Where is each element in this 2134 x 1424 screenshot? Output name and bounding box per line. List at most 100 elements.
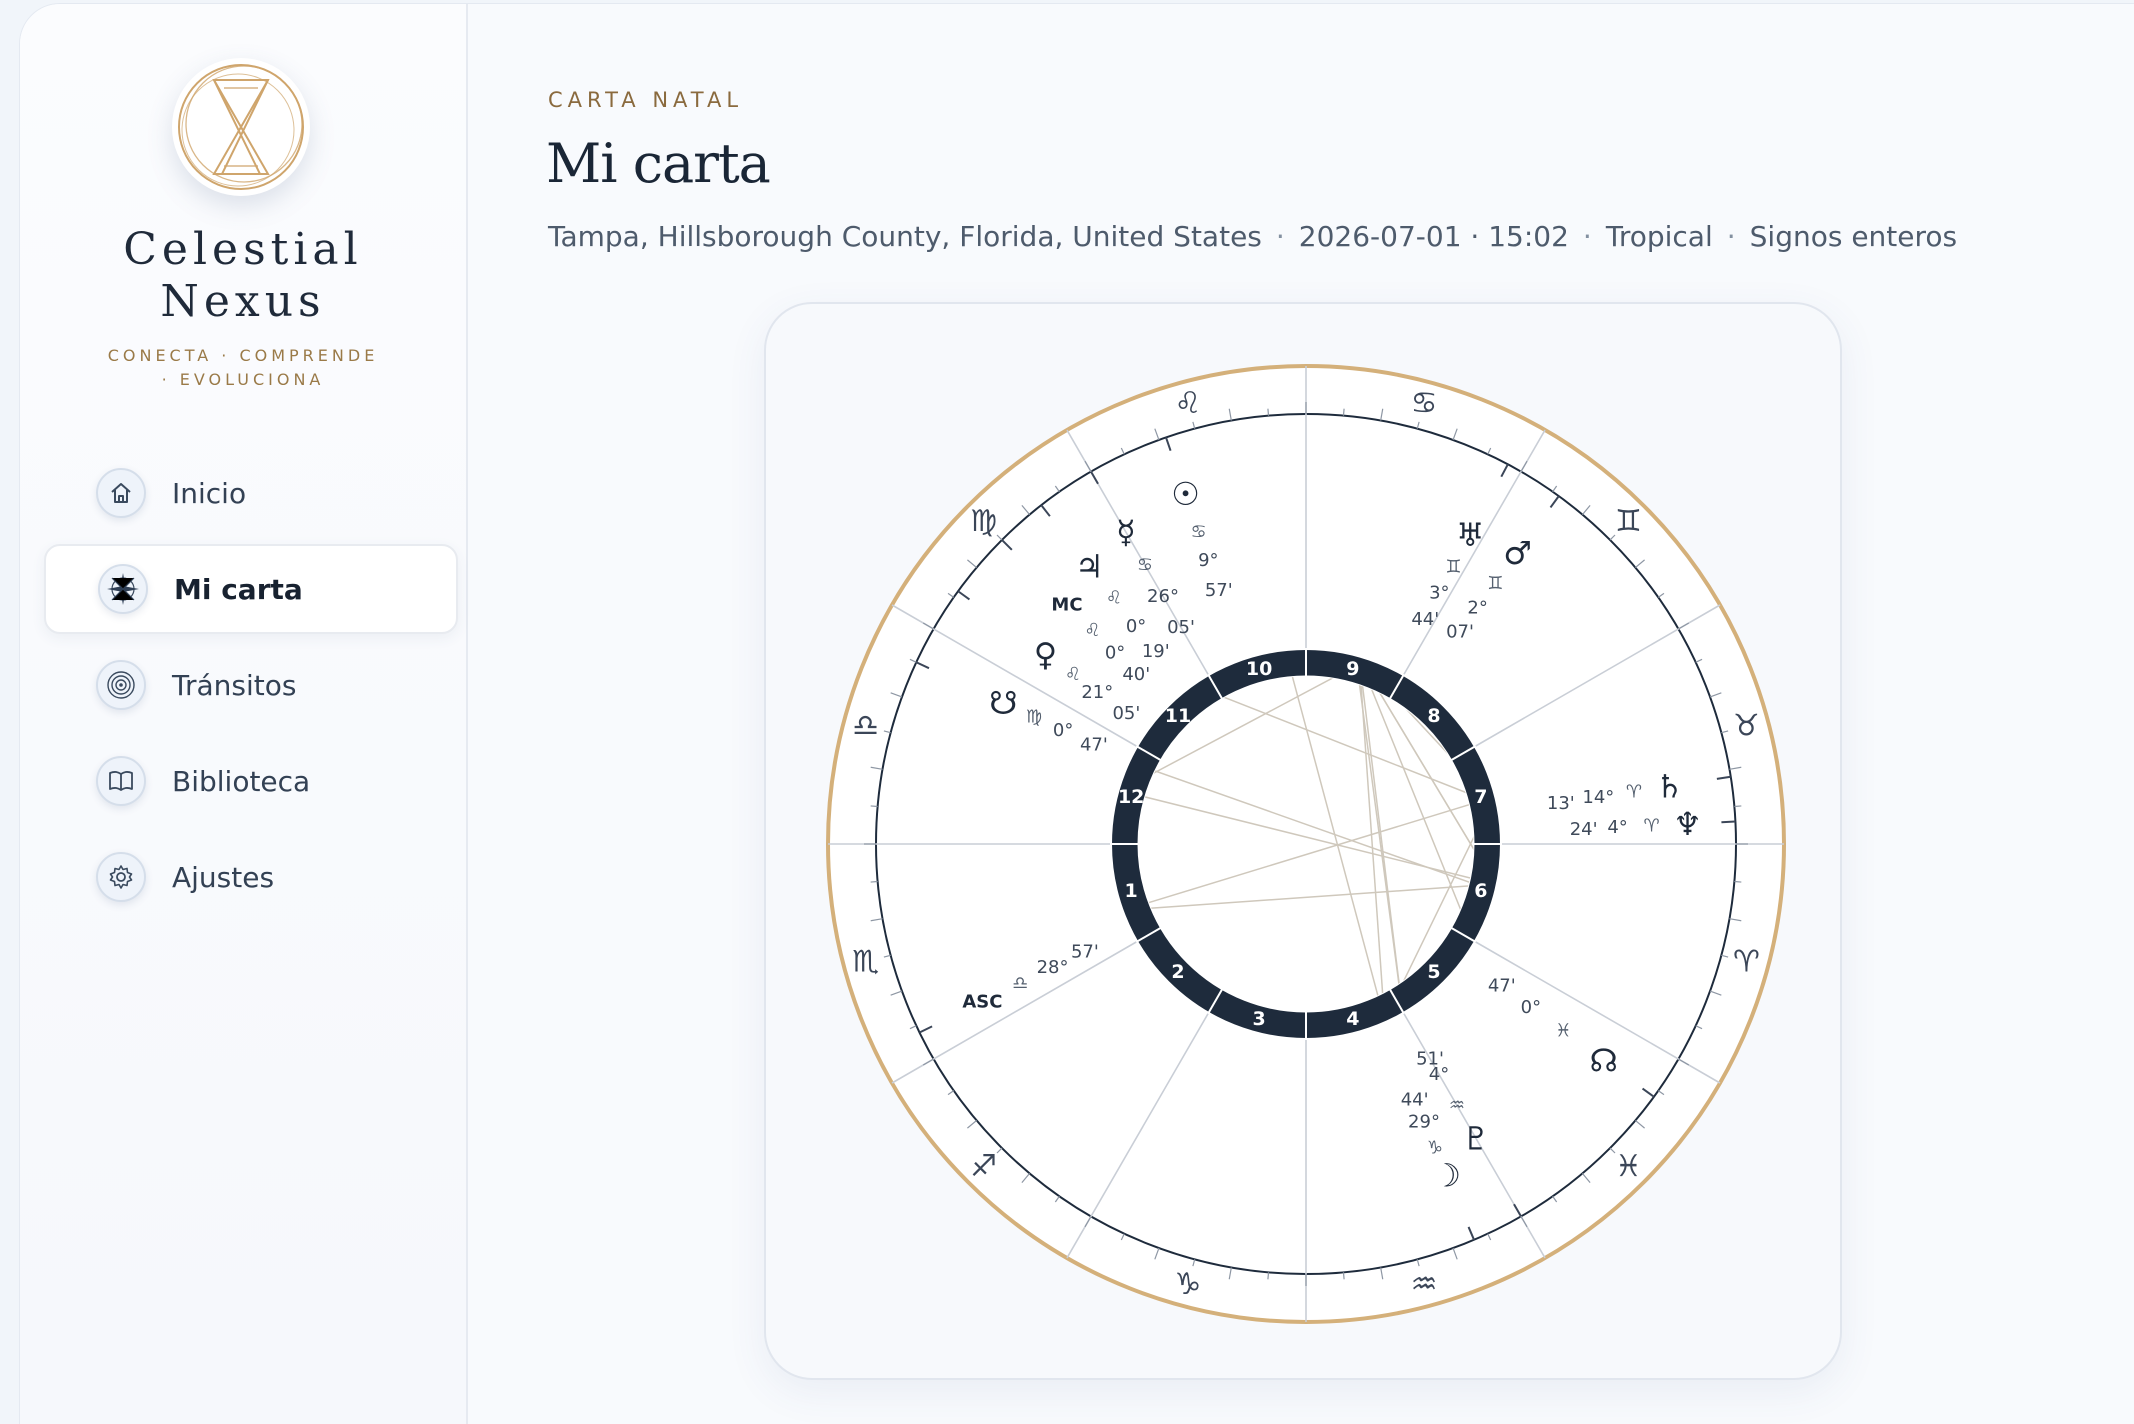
- degree-tick: [1342, 1272, 1345, 1280]
- degree-tick: [870, 880, 878, 883]
- zodiac-sign-capricorn-icon: ♑: [1175, 1267, 1202, 1302]
- degree-tick: [1267, 1272, 1270, 1280]
- venus-icon: ♀: [1034, 636, 1057, 674]
- sun-icon: ☉: [1171, 475, 1200, 513]
- brand-name-line2: Nexus: [160, 276, 326, 327]
- sidebar-item-label: Ajustes: [172, 860, 275, 894]
- south-node-sign-icon: ♍: [1026, 707, 1042, 728]
- meta-location: Tampa, Hillsborough County, Florida, Uni…: [548, 220, 1262, 253]
- jupiter-icon: ♃: [1075, 548, 1104, 586]
- mc-label: MC: [1051, 594, 1082, 615]
- house-number-3: 3: [1253, 1008, 1266, 1030]
- mercury-icon: ☿: [1116, 513, 1136, 551]
- zodiac-sign-scorpio-icon: ♏: [852, 945, 879, 980]
- house-number-4: 4: [1346, 1008, 1359, 1030]
- house-number-6: 6: [1474, 880, 1487, 902]
- house-number-1: 1: [1125, 880, 1138, 902]
- sidebar-item-label: Mi carta: [174, 572, 303, 606]
- saturn-icon: ♄: [1655, 767, 1684, 805]
- north-node-minute: 47': [1488, 976, 1516, 997]
- house-number-10: 10: [1246, 658, 1272, 680]
- mars-minute: 07': [1446, 622, 1474, 643]
- neptune-icon: ♆: [1673, 805, 1702, 843]
- mercury-minute: 05': [1167, 617, 1195, 638]
- zodiac-sign-cancer-icon: ♋: [1411, 386, 1438, 421]
- saturn-minute: 13': [1547, 793, 1575, 814]
- sidebar-item-inicio[interactable]: Inicio: [44, 448, 458, 538]
- uranus-degree: 3°: [1429, 583, 1449, 604]
- pluto-icon: ♇: [1462, 1119, 1491, 1157]
- moon-degree: 29°: [1408, 1111, 1440, 1132]
- meta-zodiac: Tropical: [1605, 220, 1713, 253]
- asc-degree: 28°: [1037, 957, 1069, 978]
- north-node-degree: 0°: [1521, 997, 1541, 1018]
- sun-sign-icon: ♋: [1190, 521, 1206, 542]
- sidebar-item-label: Tránsitos: [172, 668, 297, 702]
- home-icon: [96, 468, 146, 518]
- zodiac-sign-sagittarius-icon: ♐: [970, 1149, 997, 1184]
- house-number-9: 9: [1346, 658, 1359, 680]
- house-number-5: 5: [1427, 961, 1440, 983]
- logo: [172, 58, 310, 196]
- app-window: Celestial Nexus CONECTA · COMPRENDE · EV…: [20, 4, 2134, 1424]
- sun-minute: 57': [1205, 580, 1233, 601]
- asc-label: ASC: [962, 991, 1002, 1012]
- south-node-icon: ☋: [989, 684, 1017, 722]
- degree-tick: [870, 805, 878, 808]
- pluto-sign-icon: ♒: [1449, 1095, 1465, 1116]
- sun-degree: 9°: [1198, 550, 1218, 571]
- south-node-minute: 47': [1080, 735, 1108, 756]
- meta-datetime: 2026-07-01 · 15:02: [1298, 220, 1569, 253]
- gear-icon: [96, 852, 146, 902]
- sidebar-item-mi-carta[interactable]: Mi carta: [44, 544, 458, 634]
- asc-minute: 57': [1071, 941, 1099, 962]
- north-node-icon: ☊: [1590, 1041, 1618, 1079]
- zodiac-sign-pisces-icon: ♓: [1615, 1149, 1642, 1184]
- sidebar-item-biblioteca[interactable]: Biblioteca: [44, 736, 458, 826]
- venus-sign-icon: ♌: [1065, 664, 1081, 685]
- meta-separator: ·: [1582, 220, 1592, 253]
- sidebar-item-ajustes[interactable]: Ajustes: [44, 832, 458, 922]
- jupiter-degree: 0°: [1126, 616, 1146, 637]
- mc-minute: 40': [1122, 664, 1150, 685]
- degree-tick: [1734, 805, 1742, 808]
- mars-sign-icon: ♊: [1487, 573, 1503, 594]
- neptune-minute: 24': [1570, 819, 1598, 840]
- south-node-degree: 0°: [1053, 720, 1073, 741]
- sidebar-item-label: Inicio: [172, 476, 247, 510]
- natal-chart-wheel[interactable]: ♋♊♉♈♓♒♑♐♏♎♍♌10 9876543211211☉♋9°57'☿♋26°0…: [766, 304, 1844, 1382]
- mc-sign-icon: ♌: [1084, 620, 1100, 641]
- degree-tick: [1342, 408, 1345, 416]
- pluto-minute: 51': [1416, 1048, 1444, 1069]
- house-number-7: 7: [1474, 786, 1487, 808]
- brand-name-line1: Celestial: [123, 224, 363, 275]
- zodiac-sign-aries-icon: ♈: [1733, 945, 1760, 980]
- degree-tick: [1734, 880, 1742, 883]
- meta-separator: ·: [1726, 220, 1736, 253]
- page-eyebrow: CARTA NATAL: [548, 88, 744, 112]
- logo-icon: [178, 64, 304, 190]
- mercury-sign-icon: ♋: [1137, 555, 1153, 576]
- mercury-degree: 26°: [1147, 586, 1179, 607]
- book-icon: [96, 756, 146, 806]
- uranus-minute: 44': [1411, 609, 1439, 630]
- zodiac-sign-libra-icon: ♎: [852, 708, 879, 743]
- jupiter-sign-icon: ♌: [1106, 588, 1122, 609]
- moon-sign-icon: ♑: [1427, 1137, 1443, 1158]
- house-number-12: 12: [1118, 786, 1144, 808]
- meta-house-system: Signos enteros: [1749, 220, 1958, 253]
- compass-rose-icon: [98, 564, 148, 614]
- chart-card: ♋ ♊ ♉ ♈ ♓ ♒ ♑ ♐ ♏ ♎ ♍ ♌ 10 9 8 7 6 5 4 3 2 1 12 11 ☉ ♋ 9° 57' ☿ ♋ 26° 0…: [764, 302, 1842, 1380]
- sidebar-item-label: Biblioteca: [172, 764, 311, 798]
- venus-minute: 05': [1112, 703, 1140, 724]
- mc-degree: 0°: [1105, 643, 1125, 664]
- zodiac-sign-aquarius-icon: ♒: [1411, 1267, 1438, 1302]
- neptune-sign-icon: ♈: [1643, 815, 1659, 836]
- uranus-icon: ♅: [1456, 516, 1485, 554]
- sidebar-item-transitos[interactable]: Tránsitos: [44, 640, 458, 730]
- mars-degree: 2°: [1467, 597, 1487, 618]
- asc-sign-icon: ♎: [1012, 973, 1028, 994]
- north-node-sign-icon: ♓: [1555, 1020, 1571, 1041]
- house-number-8: 8: [1427, 705, 1440, 727]
- venus-degree: 21°: [1081, 682, 1113, 703]
